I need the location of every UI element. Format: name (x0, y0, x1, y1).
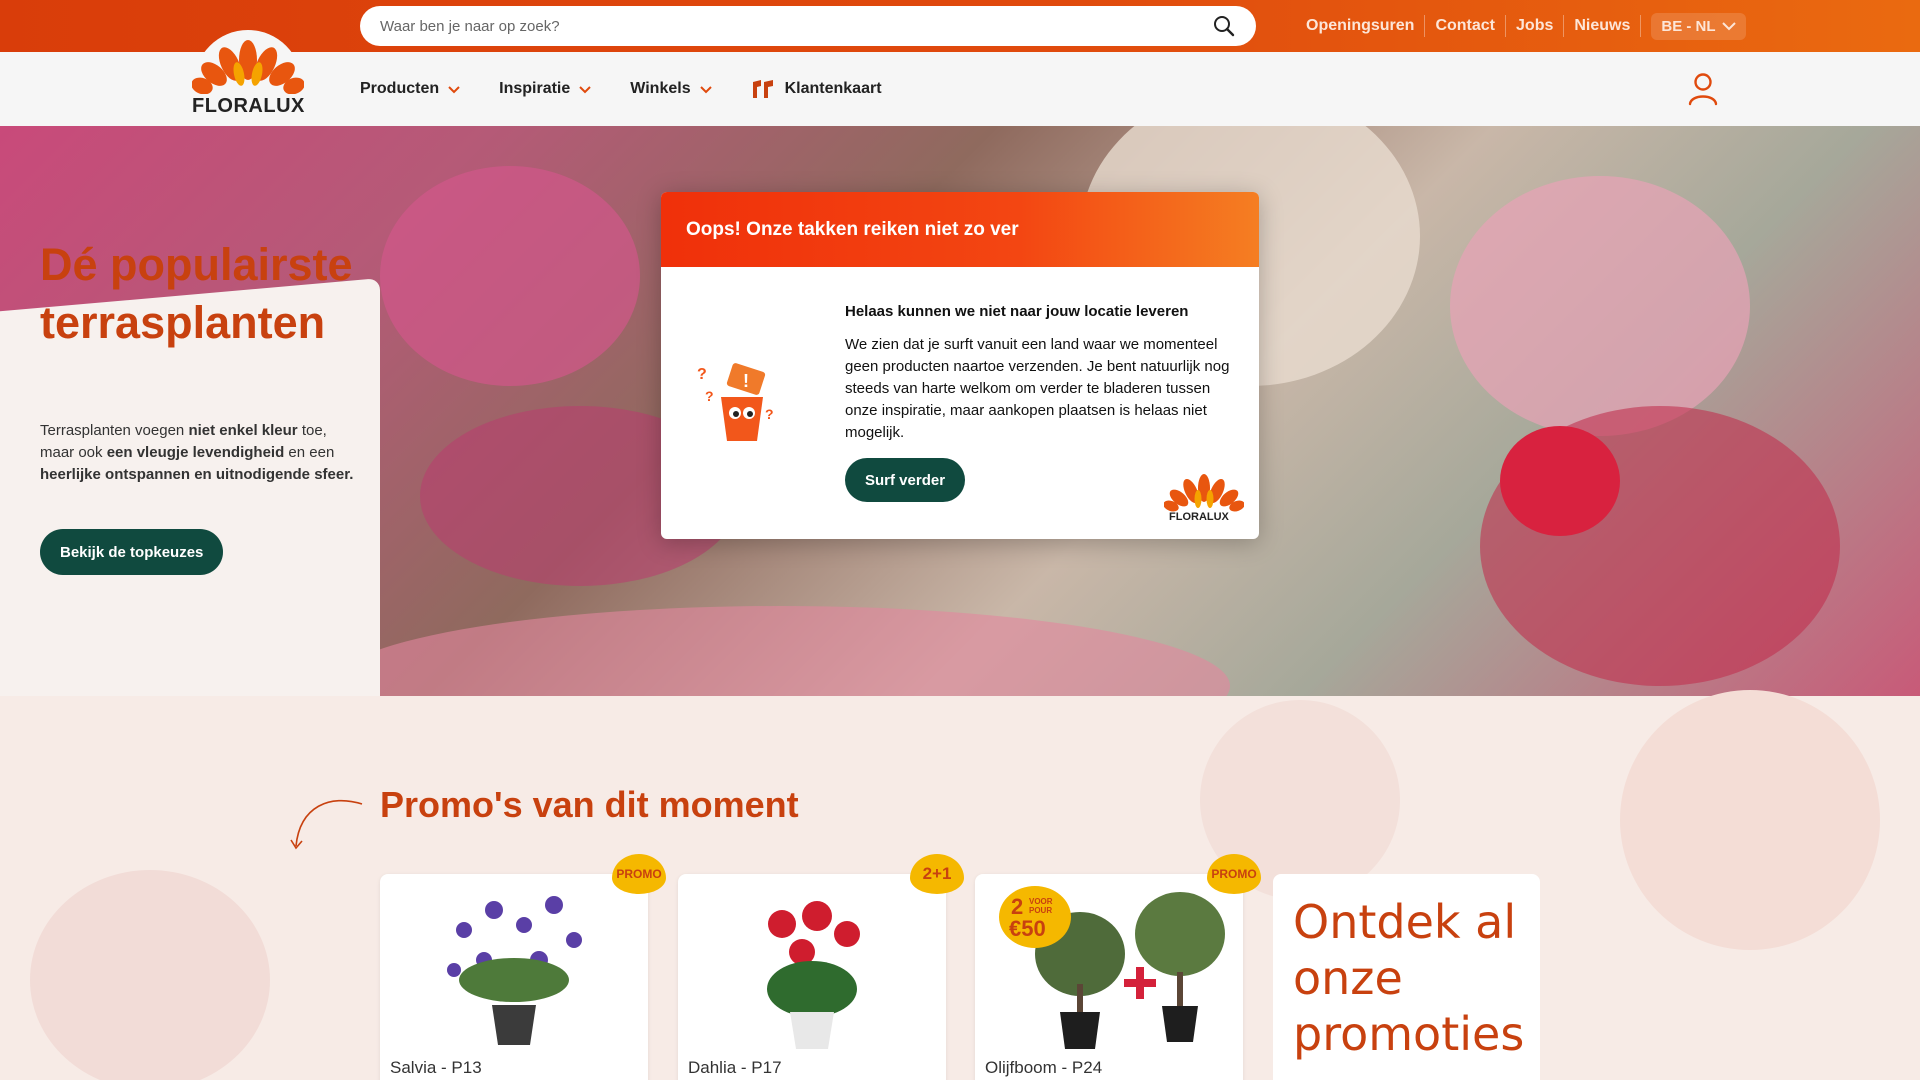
confused-plantpot-icon: ! ? ? ? (697, 363, 774, 441)
modal-overlay (0, 0, 1920, 1080)
modal-logo-text: FLORALUX (1169, 511, 1229, 523)
modal-floralux-logo: FLORALUX (1164, 472, 1244, 528)
svg-text:?: ? (765, 406, 774, 422)
svg-text:!: ! (743, 371, 749, 391)
svg-text:?: ? (705, 388, 714, 404)
location-modal: Oops! Onze takken reiken niet zo ver ! ?… (661, 192, 1259, 539)
surf-verder-button[interactable]: Surf verder (845, 458, 966, 502)
logo-flower-icon (1164, 474, 1244, 512)
modal-header: Oops! Onze takken reiken niet zo ver (661, 192, 1259, 267)
modal-title: Oops! Onze takken reiken niet zo ver (686, 218, 1019, 240)
svg-text:?: ? (697, 366, 707, 383)
modal-heading: Helaas kunnen we niet naar jouw locatie … (845, 303, 1189, 320)
modal-body: We zien dat je surft vanuit een land waa… (845, 336, 1230, 441)
